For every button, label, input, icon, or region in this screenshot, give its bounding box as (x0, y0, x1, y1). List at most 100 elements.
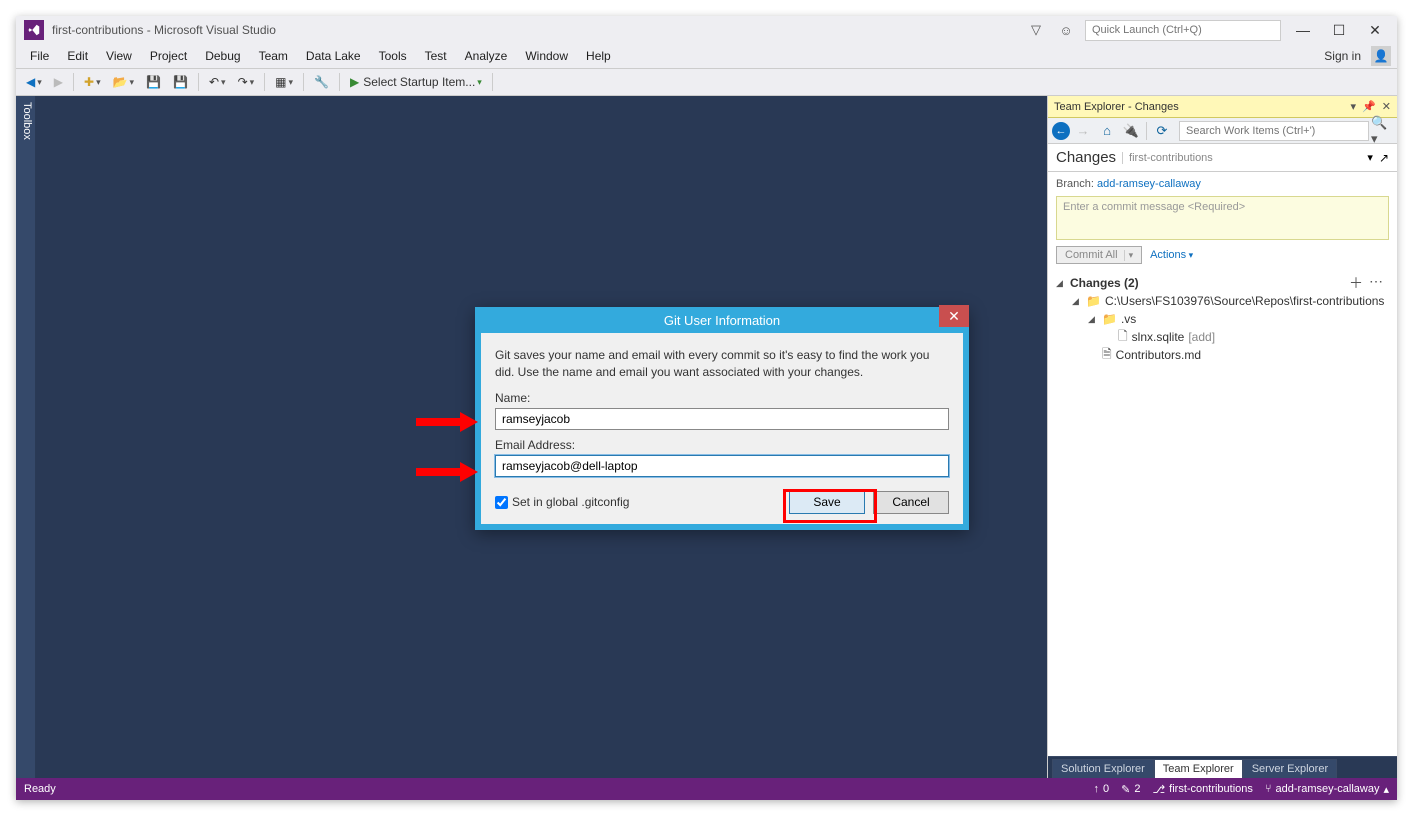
more-icon[interactable]: ⋯ (1369, 273, 1383, 293)
menu-analyze[interactable]: Analyze (457, 47, 516, 65)
commit-all-button[interactable]: Commit All (1056, 246, 1142, 264)
undo-button[interactable]: ↶ (205, 71, 230, 93)
status-repo[interactable]: ⎇ first-contributions (1152, 783, 1252, 796)
add-icon[interactable]: ＋ (1349, 273, 1363, 293)
branch-label: Branch: (1056, 178, 1094, 190)
gitconfig-checkbox[interactable]: Set in global .gitconfig (495, 495, 629, 509)
redo-button[interactable]: ↷ (234, 71, 259, 93)
feedback-icon[interactable]: ☺ (1055, 19, 1077, 41)
new-item-button[interactable]: ✚ (80, 71, 105, 93)
quick-launch-input[interactable] (1085, 20, 1281, 41)
actions-dropdown[interactable]: Actions (1150, 249, 1193, 261)
dialog-titlebar: Git User Information ✕ (475, 307, 969, 333)
notifications-icon[interactable]: ▽ (1025, 19, 1047, 41)
menu-project[interactable]: Project (142, 47, 195, 65)
menu-tools[interactable]: Tools (371, 47, 415, 65)
menu-team[interactable]: Team (251, 47, 296, 65)
menubar: File Edit View Project Debug Team Data L… (16, 44, 1397, 68)
menu-help[interactable]: Help (578, 47, 619, 65)
te-refresh-icon[interactable]: ⟳ (1151, 120, 1173, 142)
te-back-icon[interactable]: ← (1052, 122, 1070, 140)
menu-window[interactable]: Window (517, 47, 576, 65)
email-input[interactable] (495, 455, 949, 477)
commit-actions-row: Commit All Actions (1056, 246, 1389, 264)
contributors-file: Contributors.md (1116, 348, 1201, 362)
gitconfig-checkbox-label: Set in global .gitconfig (512, 495, 629, 509)
nav-fwd-button[interactable]: ▶ (50, 71, 67, 93)
tab-team-explorer[interactable]: Team Explorer (1154, 759, 1243, 778)
team-explorer-title: Team Explorer - Changes (1054, 101, 1179, 113)
status-publish[interactable]: ↑ 0 (1094, 783, 1110, 795)
tab-solution-explorer[interactable]: Solution Explorer (1052, 759, 1154, 778)
sqlite-tag: [add] (1188, 330, 1215, 344)
te-connect-icon[interactable]: 🔌 (1120, 120, 1142, 142)
te-popout-icon[interactable]: ↗ (1379, 151, 1389, 165)
app-window: first-contributions - Microsoft Visual S… (16, 16, 1397, 800)
status-branch[interactable]: ⑂ add-ramsey-callaway ▴ (1265, 783, 1389, 796)
changes-tree: ◢ Changes (2) ＋ ⋯ ◢📁 C:\Users\FS103976\S… (1056, 274, 1389, 364)
pin-icon[interactable]: 📌 (1362, 100, 1376, 113)
user-icon[interactable]: 👤 (1371, 46, 1391, 66)
te-header-drop-icon[interactable]: ▾ (1367, 151, 1373, 164)
dialog-description: Git saves your name and email with every… (495, 347, 949, 381)
panel-tabs: Solution Explorer Team Explorer Server E… (1048, 756, 1397, 778)
te-search-icon[interactable]: 🔍▾ (1371, 120, 1393, 142)
menu-view[interactable]: View (98, 47, 140, 65)
status-ready: Ready (24, 783, 56, 795)
cancel-button[interactable]: Cancel (873, 491, 949, 514)
window-title: first-contributions - Microsoft Visual S… (52, 23, 276, 37)
name-input[interactable] (495, 408, 949, 430)
save-button[interactable]: Save (789, 491, 865, 514)
name-label: Name: (495, 391, 949, 405)
panel-close-icon[interactable]: ✕ (1382, 100, 1391, 113)
vs-folder-node[interactable]: ◢📁 .vs (1056, 310, 1389, 328)
minimize-button[interactable]: — (1289, 19, 1317, 41)
te-body: Branch: add-ramsey-callaway Enter a comm… (1048, 172, 1397, 756)
maximize-button[interactable]: ☐ (1325, 19, 1353, 41)
sqlite-file-node[interactable]: ◢🗋 slnx.sqlite [add] (1056, 328, 1389, 346)
panel-dropdown-icon[interactable]: ▾ (1351, 100, 1357, 113)
commit-message-input[interactable]: Enter a commit message <Required> (1056, 196, 1389, 240)
dialog-title: Git User Information (664, 313, 780, 328)
vs-folder: .vs (1121, 312, 1136, 326)
menu-test[interactable]: Test (417, 47, 455, 65)
menu-debug[interactable]: Debug (197, 47, 248, 65)
nav-back-button[interactable]: ◀ (22, 71, 46, 93)
changes-group[interactable]: ◢ Changes (2) ＋ ⋯ (1056, 274, 1389, 292)
save-all-button[interactable]: 💾 (169, 71, 192, 93)
changes-count: Changes (2) (1070, 276, 1139, 290)
dialog-close-button[interactable]: ✕ (939, 305, 969, 327)
branch-link[interactable]: add-ramsey-callaway (1097, 178, 1201, 190)
branch-row: Branch: add-ramsey-callaway (1056, 178, 1389, 190)
git-user-info-dialog: Git User Information ✕ Git saves your na… (475, 307, 969, 530)
properties-button[interactable]: 🔧 (310, 71, 333, 93)
tab-server-explorer[interactable]: Server Explorer (1243, 759, 1337, 778)
menu-file[interactable]: File (22, 47, 57, 65)
save-button[interactable]: 💾 (142, 71, 165, 93)
toolbox-tab[interactable]: Toolbox (16, 96, 36, 778)
te-home-icon[interactable]: ⌂ (1096, 120, 1118, 142)
team-explorer-titlebar: Team Explorer - Changes ▾ 📌 ✕ (1048, 96, 1397, 118)
toolbar: ◀ ▶ ✚ 📂 💾 💾 ↶ ↷ ▦ 🔧 ▶ Select Startup Ite… (16, 68, 1397, 96)
team-explorer-toolbar: ← → ⌂ 🔌 ⟳ 🔍▾ (1048, 118, 1397, 144)
open-button[interactable]: 📂 (109, 71, 138, 93)
menu-edit[interactable]: Edit (59, 47, 96, 65)
solution-config-button[interactable]: ▦ (271, 71, 297, 93)
te-changes-label: Changes (1056, 149, 1116, 166)
repo-path-node[interactable]: ◢📁 C:\Users\FS103976\Source\Repos\first-… (1056, 292, 1389, 310)
te-search-input[interactable] (1179, 121, 1369, 141)
te-forward-icon[interactable]: → (1072, 120, 1094, 142)
status-changes[interactable]: ✎ 2 (1121, 783, 1140, 796)
startup-item-label: Select Startup Item... (363, 75, 475, 89)
gitconfig-checkbox-input[interactable] (495, 496, 508, 509)
sqlite-file: slnx.sqlite (1132, 330, 1185, 344)
sign-in-link[interactable]: Sign in (1316, 47, 1369, 65)
contributors-node[interactable]: ◢🗎 Contributors.md (1056, 346, 1389, 364)
titlebar: first-contributions - Microsoft Visual S… (16, 16, 1397, 44)
te-project-label: first-contributions (1122, 152, 1213, 164)
start-debug-button[interactable]: ▶ Select Startup Item... ▾ (346, 71, 486, 93)
team-explorer-panel: Team Explorer - Changes ▾ 📌 ✕ ← → ⌂ 🔌 ⟳ … (1047, 96, 1397, 778)
vs-logo-icon (24, 20, 44, 40)
close-button[interactable]: ✕ (1361, 19, 1389, 41)
menu-datalake[interactable]: Data Lake (298, 47, 369, 65)
